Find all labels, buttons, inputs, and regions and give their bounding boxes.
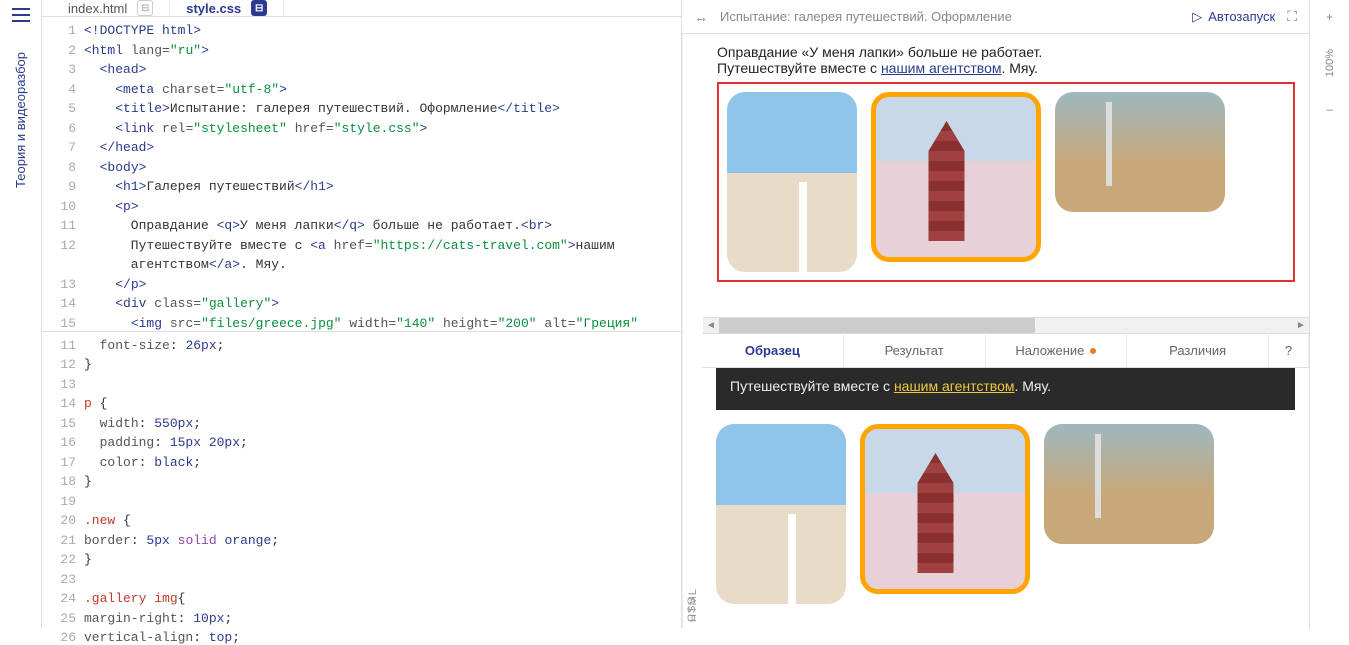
- gallery-image-turkey: [1044, 424, 1214, 544]
- diff-highlight-box: [717, 82, 1295, 282]
- left-sidebar: Теория и видеоразбор: [0, 0, 42, 628]
- menu-icon[interactable]: [12, 8, 30, 22]
- gallery-image-greece: [716, 424, 846, 604]
- indicator-dot-icon: [1090, 348, 1096, 354]
- preview-output: Оправдание «У меня лапки» больше не рабо…: [703, 34, 1309, 334]
- preview-text: Оправдание «У меня лапки» больше не рабо…: [717, 44, 1295, 76]
- tab-badge-icon: ⊟: [251, 0, 267, 16]
- tab-label: index.html: [68, 1, 127, 16]
- preview-top-bar: ↔ Испытание: галерея путешествий. Оформл…: [682, 0, 1309, 34]
- resize-icon[interactable]: ↔: [694, 9, 708, 25]
- gallery-image-turkey: [1055, 92, 1225, 212]
- gallery-image-greece: [727, 92, 857, 272]
- tab-overlay[interactable]: Наложение: [986, 334, 1128, 367]
- horizontal-scrollbar[interactable]: ◄ ►: [703, 317, 1309, 333]
- zoom-in-button[interactable]: +: [1326, 10, 1333, 24]
- gallery-image-japan: [871, 92, 1041, 262]
- line-gutter: 123456789101112131415: [42, 17, 84, 331]
- tab-badge-icon: ⊟: [137, 0, 153, 16]
- agency-link[interactable]: нашим агентством: [881, 60, 1002, 76]
- tab-label: style.css: [186, 1, 241, 16]
- css-code[interactable]: font-size: 26px; } p { width: 550px; pad…: [84, 332, 681, 645]
- zoom-rail: + 100% –: [1309, 0, 1349, 628]
- gallery-image-japan: [860, 424, 1030, 594]
- html-editor[interactable]: 123456789101112131415 <!DOCTYPE html> <h…: [42, 17, 681, 332]
- zoom-out-button[interactable]: –: [1326, 102, 1333, 116]
- preview-title: Испытание: галерея путешествий. Оформлен…: [720, 9, 1180, 24]
- autorun-button[interactable]: ▷ Автозапуск: [1192, 9, 1275, 25]
- tab-result[interactable]: Результат: [844, 334, 986, 367]
- result-tabs: Образец Результат Наложение Различия ?: [702, 334, 1309, 368]
- help-button[interactable]: ?: [1269, 334, 1309, 367]
- line-gutter: 11121314151617181920212223242526272829: [42, 332, 84, 645]
- zoom-level: 100%: [1324, 49, 1336, 77]
- editor-column: index.html ⊟ style.css ⊟ 123456789101112…: [42, 0, 682, 628]
- scroll-right-icon[interactable]: ►: [1293, 318, 1309, 333]
- agency-link[interactable]: нашим агентством: [894, 378, 1015, 394]
- css-editor[interactable]: 11121314151617181920212223242526272829 f…: [42, 332, 681, 645]
- fullscreen-icon[interactable]: ⛶: [1287, 8, 1297, 25]
- theory-link[interactable]: Теория и видеоразбор: [13, 52, 28, 188]
- tab-index-html[interactable]: index.html ⊟: [52, 0, 170, 16]
- tab-diff[interactable]: Различия: [1127, 334, 1269, 367]
- sample-output: Путешествуйте вместе с нашим агентством.…: [702, 368, 1309, 628]
- tab-style-css[interactable]: style.css ⊟: [170, 0, 284, 16]
- html-code[interactable]: <!DOCTYPE html> <html lang="ru"> <head> …: [84, 17, 681, 331]
- play-icon: ▷: [1192, 9, 1202, 25]
- editor-tabs: index.html ⊟ style.css ⊟: [42, 0, 681, 17]
- css-side-label: CSS: [682, 334, 702, 628]
- scroll-left-icon[interactable]: ◄: [703, 318, 719, 333]
- preview-column: ↔ Испытание: галерея путешествий. Оформл…: [682, 0, 1309, 628]
- tab-sample[interactable]: Образец: [702, 334, 844, 367]
- sample-text: Путешествуйте вместе с нашим агентством.…: [730, 378, 1281, 394]
